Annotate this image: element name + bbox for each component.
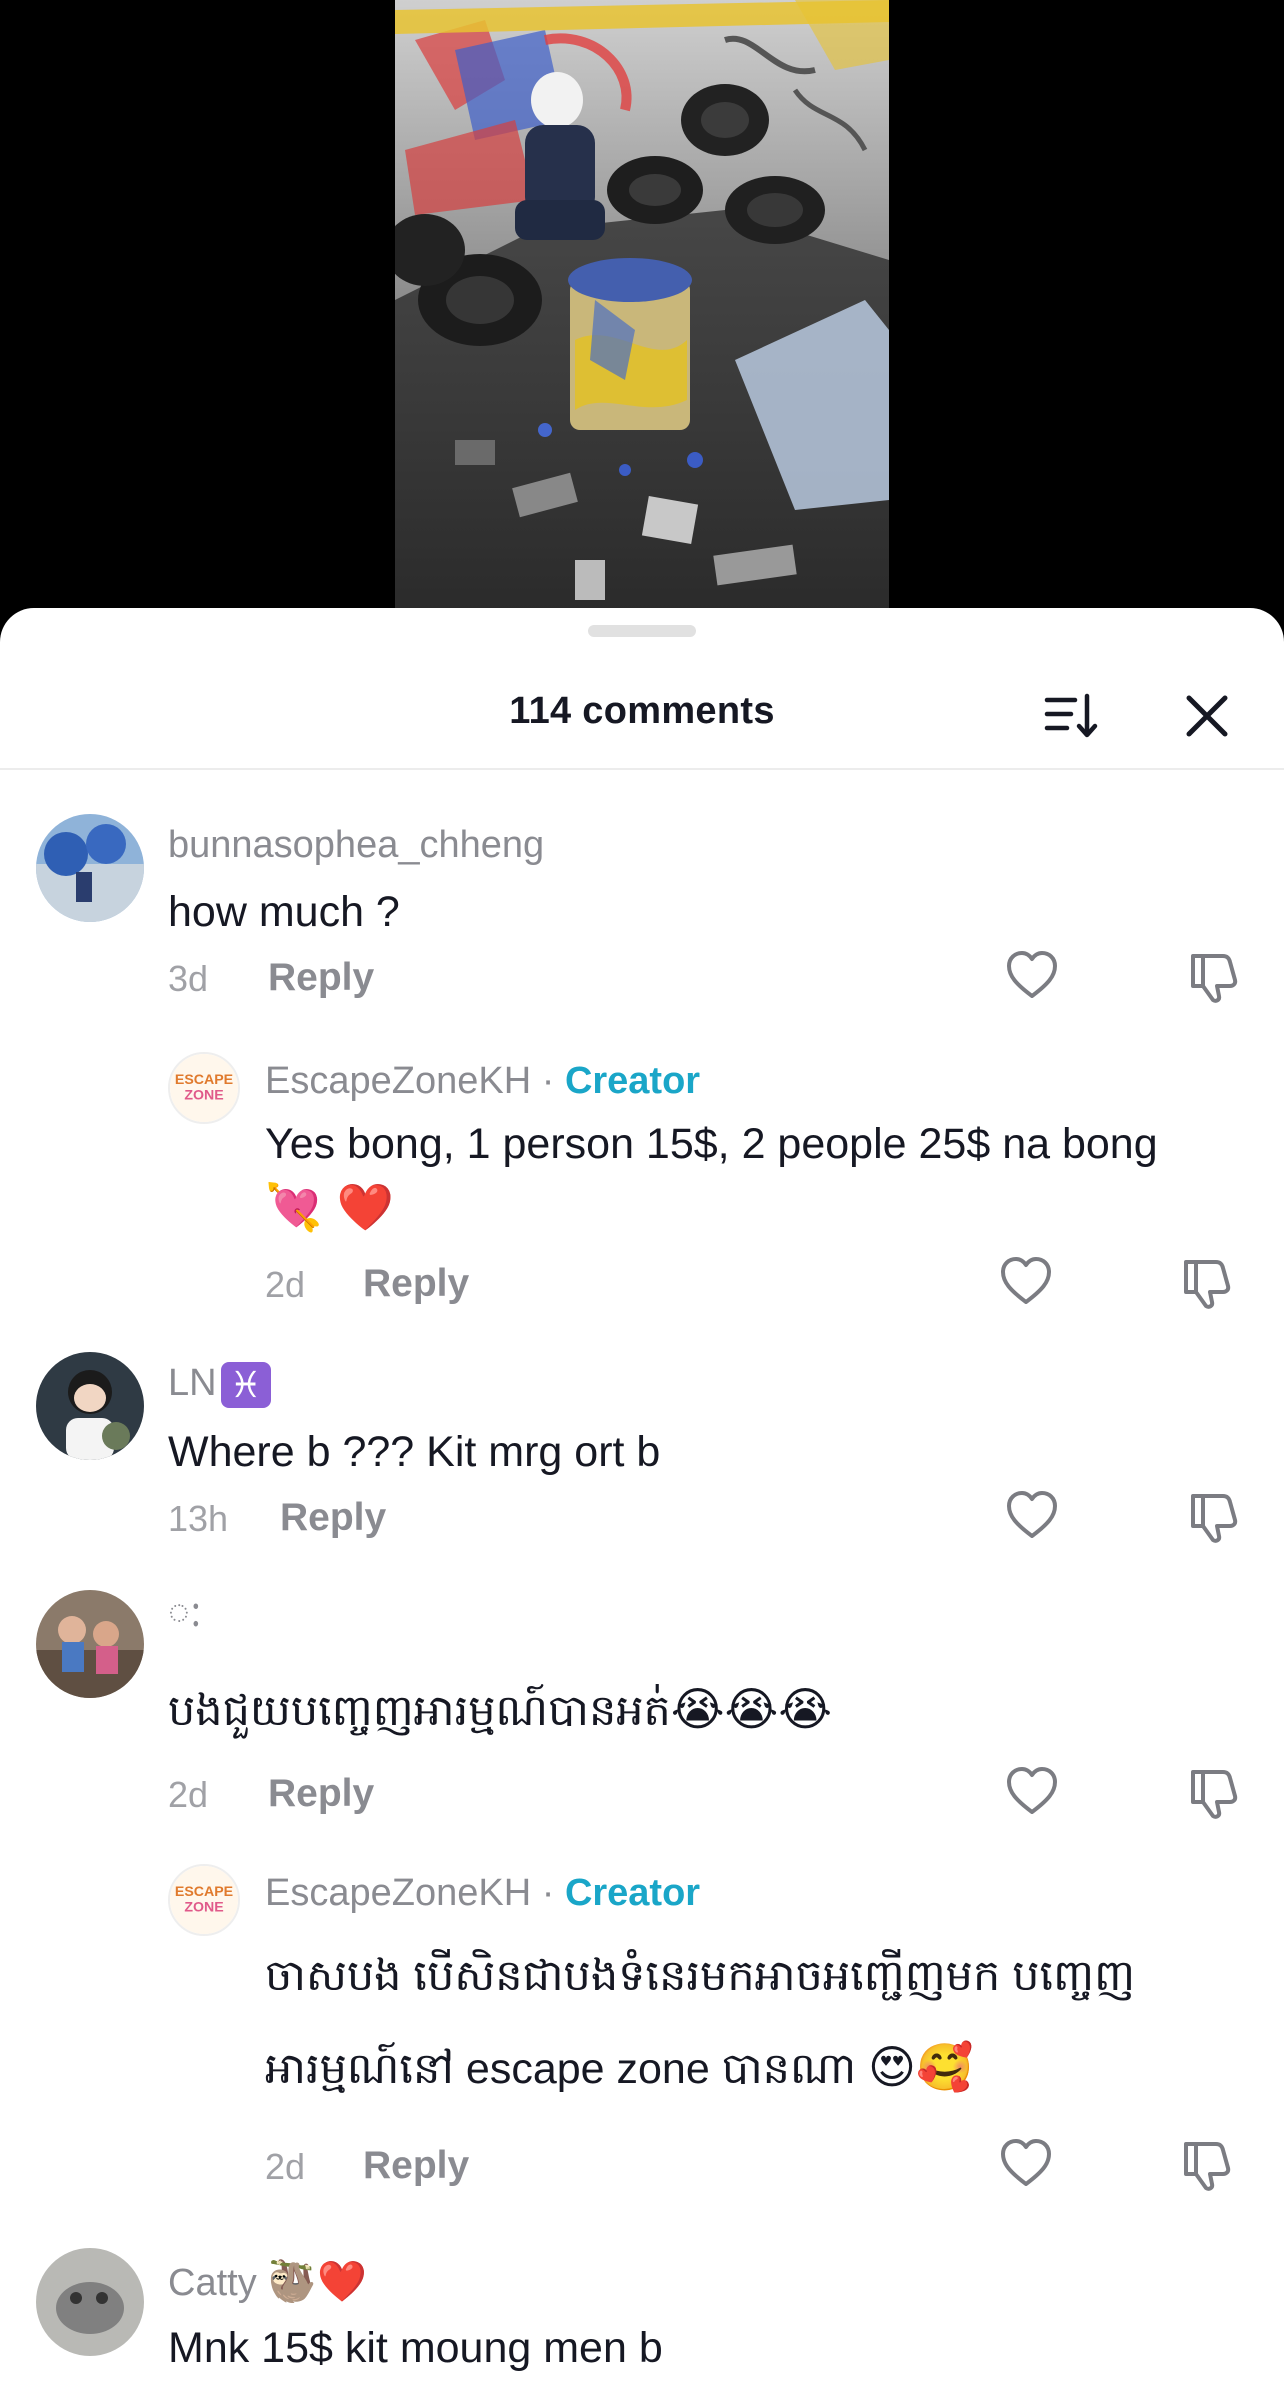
comments-header: 114 comments — [0, 646, 1284, 770]
dislike-button[interactable] — [1185, 948, 1241, 1004]
comment-text: how much ? — [168, 888, 400, 936]
reply-button[interactable]: Reply — [363, 2144, 469, 2188]
comment-username[interactable]: ៈ — [168, 1590, 202, 1646]
reply-text-body: អារម្មណ៍នៅ escape zone បានណា — [265, 2045, 857, 2093]
creator-separator: · — [541, 1060, 555, 1102]
creator-name[interactable]: EscapeZoneKH — [265, 1872, 531, 1914]
thumbs-down-icon — [1191, 1770, 1238, 1819]
username-text: Catty — [168, 2262, 257, 2304]
avatar[interactable] — [36, 2248, 144, 2356]
sort-button[interactable] — [1043, 688, 1099, 744]
sort-icon — [1044, 693, 1098, 738]
thumbs-down-icon — [1184, 2142, 1231, 2191]
dislike-button[interactable] — [1178, 1254, 1234, 1310]
creator-avatar[interactable]: ESCAPE ZONE — [168, 1052, 240, 1124]
heart-icon — [1001, 1257, 1051, 1304]
username-emoji: 🦥❤️ — [267, 2259, 367, 2305]
avatar[interactable] — [36, 1352, 144, 1460]
thumbs-down-icon — [1184, 1260, 1231, 1309]
comment-item: Catty 🦥❤️ Mnk 15$ kit moung men b — [0, 2248, 1284, 2402]
reply-text-line-2: អារម្មណ៍នៅ escape zone បានណា 😍🥰 — [265, 2040, 973, 2104]
comment-time: 2d — [168, 1774, 209, 1815]
avatar[interactable] — [36, 1590, 144, 1698]
comment-item: bunnasophea_chheng how much ? 3d Reply — [0, 814, 1284, 1054]
dislike-button[interactable] — [1185, 1764, 1241, 1820]
comment-item: LN ♓ Where b ??? Kit mrg ort b 13h Reply — [0, 1352, 1284, 1592]
close-button[interactable] — [1181, 690, 1233, 742]
video-frame[interactable] — [395, 0, 889, 612]
reply-emoji: 😍🥰 — [868, 2040, 974, 2094]
video-thumbnail — [395, 0, 889, 612]
comment-item: ៈ បងជួយបញ្ចេញអារម្មណ៍បានអត់😭😭😭 2d Reply — [0, 1590, 1284, 1860]
comment-text: បងជួយបញ្ចេញអារម្មណ៍បានអត់😭😭😭 — [168, 1682, 832, 1746]
like-button[interactable] — [1004, 948, 1060, 1004]
reply-emoji: 💘 ❤️ — [265, 1180, 395, 1234]
dislike-button[interactable] — [1185, 1488, 1241, 1544]
reply-button[interactable]: Reply — [268, 1772, 374, 1816]
reply-button[interactable]: Reply — [363, 1262, 469, 1306]
svg-text:ESCAPE: ESCAPE — [175, 1072, 233, 1088]
like-button[interactable] — [1004, 1764, 1060, 1820]
reply-time: 2d — [265, 1264, 306, 1305]
reply-text: Yes bong, 1 person 15$, 2 people 25$ na … — [265, 1120, 1158, 1168]
svg-text:ZONE: ZONE — [184, 1087, 223, 1103]
comment-text: Where b ??? Kit mrg ort b — [168, 1428, 661, 1476]
creator-avatar[interactable]: ESCAPE ZONE — [168, 1864, 240, 1936]
creator-badge: Creator — [564, 1872, 701, 1914]
creator-badge: Creator — [564, 1060, 701, 1102]
close-icon — [1186, 695, 1228, 737]
creator-separator: · — [541, 1872, 555, 1914]
thumbs-down-icon — [1191, 954, 1238, 1003]
comment-time: 3d — [168, 958, 209, 999]
comments-sheet: 114 comments bunnasophea_chheng how much… — [0, 608, 1284, 2402]
reply-time: 2d — [265, 2146, 306, 2187]
heart-icon — [1007, 1767, 1057, 1814]
comment-username[interactable]: bunnasophea_chheng — [168, 824, 544, 867]
comment-username[interactable]: LN ♓ — [168, 1362, 271, 1408]
reply-button[interactable]: Reply — [268, 956, 374, 1000]
heart-icon — [1007, 1491, 1057, 1538]
svg-text:ZONE: ZONE — [184, 1899, 223, 1915]
creator-name[interactable]: EscapeZoneKH — [265, 1060, 531, 1102]
like-button[interactable] — [1004, 1488, 1060, 1544]
reply-text-line-1: ចាសបង បើសិនជាបងទំនេរមកអាចអញ្ជើញមក បញ្ចេញ — [265, 1952, 1136, 2000]
reply-username: EscapeZoneKH · Creator — [265, 1060, 700, 1103]
reply-item: ESCAPE ZONE EscapeZoneKH · Creator ចាសបង… — [0, 1864, 1284, 2224]
video-player[interactable] — [0, 0, 1284, 640]
reply-username: EscapeZoneKH · Creator — [265, 1872, 700, 1915]
comment-emoji: 😭😭😭 — [670, 1682, 833, 1736]
avatar[interactable] — [36, 814, 144, 922]
pisces-badge: ♓ — [220, 1362, 271, 1408]
like-button[interactable] — [998, 2136, 1054, 2192]
dislike-button[interactable] — [1178, 2136, 1234, 2192]
svg-text:ESCAPE: ESCAPE — [175, 1884, 233, 1900]
reply-item: ESCAPE ZONE EscapeZoneKH · Creator Yes b… — [0, 1052, 1284, 1352]
reply-button[interactable]: Reply — [280, 1496, 386, 1540]
like-button[interactable] — [998, 1254, 1054, 1310]
heart-icon — [1001, 2139, 1051, 2186]
comment-text: Mnk 15$ kit moung men b — [168, 2324, 663, 2372]
heart-icon — [1007, 951, 1057, 998]
comment-time: 13h — [168, 1498, 229, 1539]
thumbs-down-icon — [1191, 1494, 1238, 1543]
comment-username[interactable]: Catty 🦥❤️ — [168, 2258, 367, 2305]
comment-text-body: បងជួយបញ្ចេញអារម្មណ៍បានអត់ — [168, 1687, 671, 1735]
drag-handle[interactable] — [588, 625, 696, 637]
username-text: LN — [168, 1362, 217, 1405]
